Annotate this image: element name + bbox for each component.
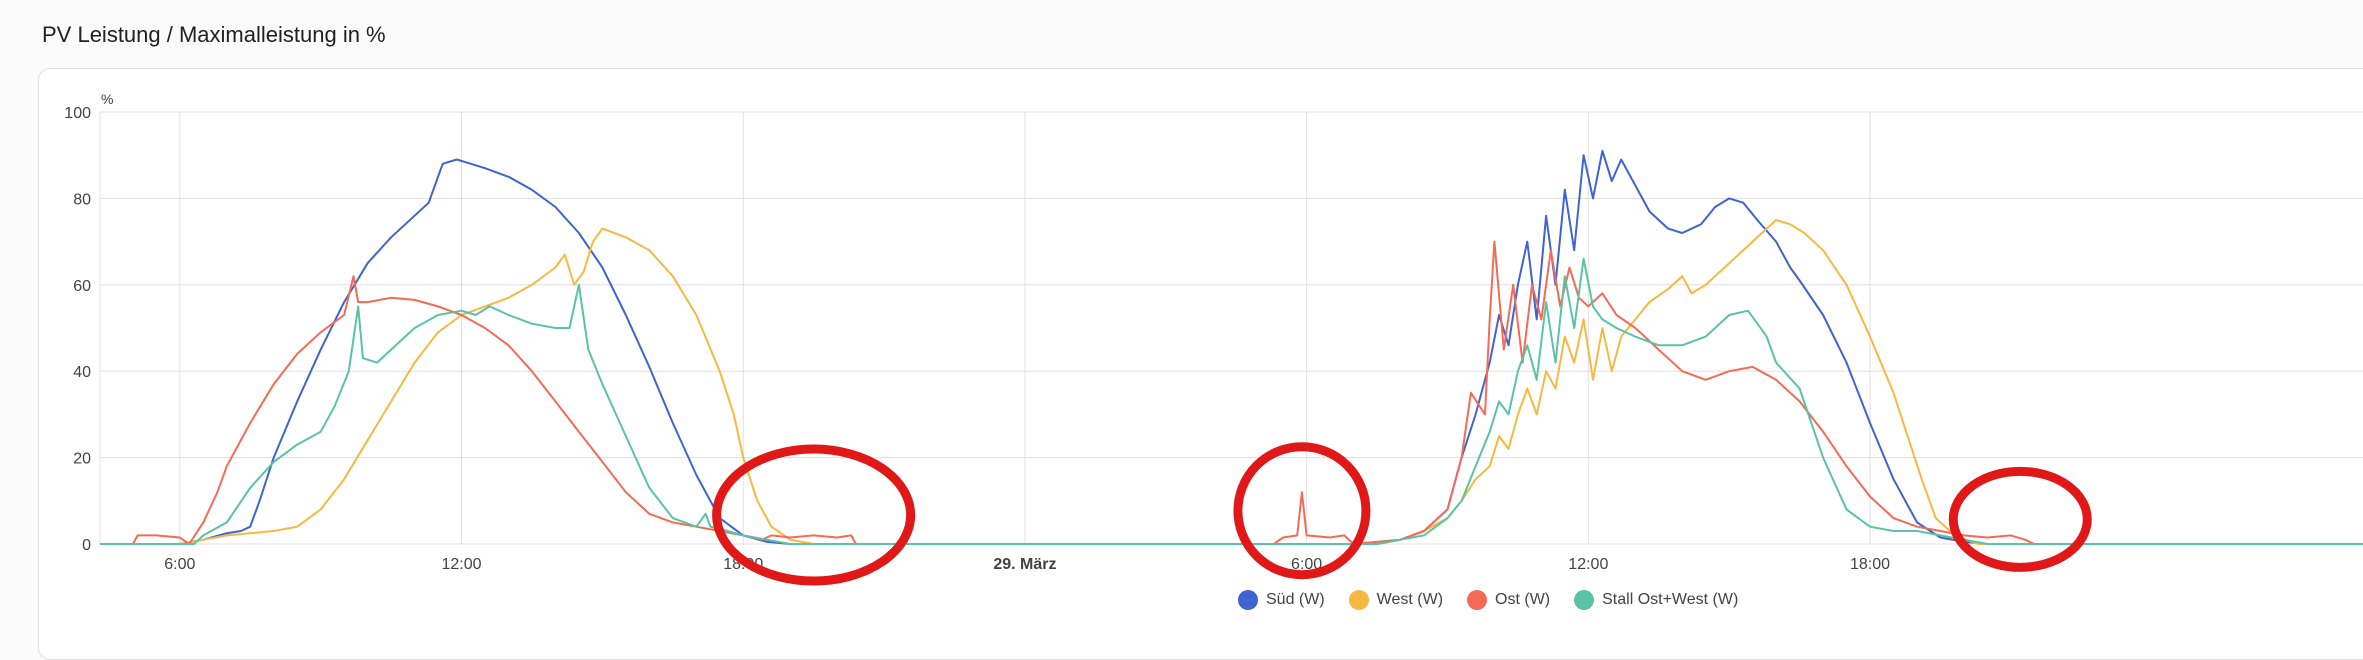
legend-dot-stall [1574,590,1595,610]
x-tick-label: 29. März [993,556,1056,573]
y-tick-label: 40 [73,364,91,381]
series-line-1 [100,219,2363,545]
y-axis: 0 20 40 60 80 100 [64,105,91,554]
y-tick-label: 20 [73,451,91,468]
y-tick-label: 100 [64,105,91,122]
legend-item-stall[interactable]: Stall Ost+West (W) [1574,590,1738,610]
x-axis: 6:00 12:00 18:00 29. März 6:00 12:00 18:00 [164,556,1890,573]
legend-label-sued: Süd (W) [1266,591,1325,608]
y-axis-unit: % [101,91,113,107]
legend-item-sued[interactable]: Süd (W) [1238,590,1325,610]
chart-grid [99,111,2363,545]
annotation-ellipse [1948,466,2092,572]
series-line-3 [100,257,2363,545]
legend-dot-sued [1238,590,1258,610]
chart-legend: Süd (W) West (W) Ost (W) Stall Ost+West … [1238,590,1738,610]
legend-item-ost[interactable]: Ost (W) [1467,590,1550,610]
legend-dot-ost [1467,590,1488,610]
line-chart: 020406080100 6:00 12:00 18:00 29. März 6:00 1… [64,91,2363,586]
y-tick-label: 60 [73,278,91,295]
x-tick-label: 6:00 [164,556,195,573]
legend-label-west: West (W) [1376,591,1444,608]
series-line-2 [100,240,2363,545]
x-tick-label: 12:00 [441,556,481,573]
legend-label-stall: Stall Ost+West (W) [1602,591,1739,608]
y-tick-label: 0 [82,537,91,554]
legend-label-ost: Ost (W) [1495,591,1551,608]
annotation-ellipse [712,444,916,586]
legend-dot-west [1348,590,1369,610]
series-line-0 [100,149,2363,545]
y-tick-label: 80 [73,191,91,208]
x-tick-label: 12:00 [1568,556,1608,573]
x-tick-label: 18:00 [1850,556,1890,573]
series-lines [100,149,2363,545]
legend-item-west[interactable]: West (W) [1348,590,1444,610]
